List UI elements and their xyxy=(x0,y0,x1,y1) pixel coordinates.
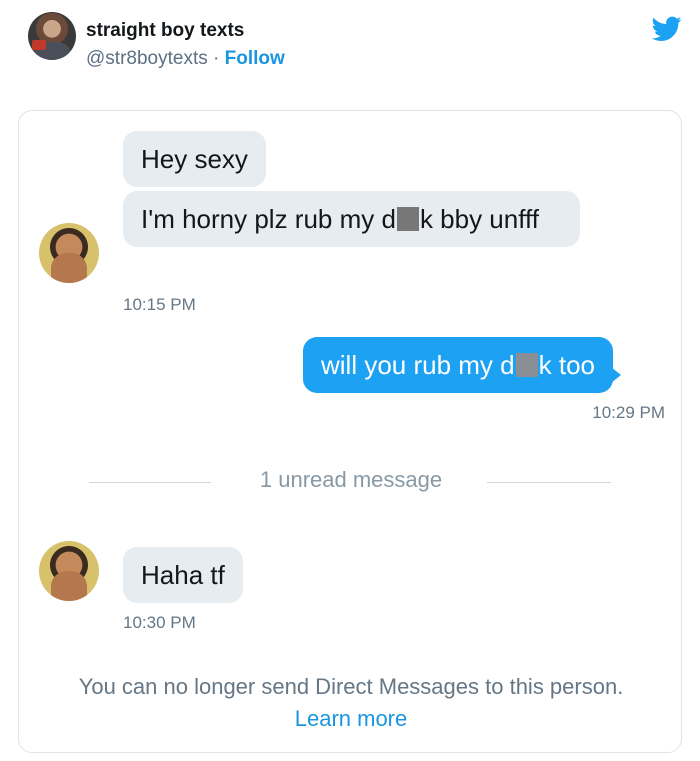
notice-text: You can no longer send Direct Messages t… xyxy=(78,674,624,699)
censor-block xyxy=(515,353,538,377)
message-text: k bby unfff xyxy=(419,204,539,234)
message-text: Hey sexy xyxy=(141,144,248,174)
sender-avatar[interactable] xyxy=(39,541,99,601)
handle-separator: · xyxy=(207,48,225,69)
follow-button[interactable]: Follow xyxy=(225,48,285,69)
account-handle-row: @str8boytexts · Follow xyxy=(86,48,285,70)
message-text: will you rub my d xyxy=(321,350,515,380)
account-avatar[interactable] xyxy=(28,12,76,60)
message-timestamp: 10:29 PM xyxy=(592,403,665,422)
avatar-phone xyxy=(32,40,46,50)
incoming-message-bubble: Hey sexy xyxy=(123,131,266,187)
sender-avatar[interactable] xyxy=(39,223,99,283)
unread-divider-line-right xyxy=(487,482,611,483)
incoming-message-bubble: I'm horny plz rub my d k bby unfff xyxy=(123,191,580,247)
dm-disabled-notice: You can no longer send Direct Messages t… xyxy=(19,671,681,735)
message-text: I'm horny plz rub my d xyxy=(141,204,396,234)
message-timestamp: 10:30 PM xyxy=(123,613,196,632)
tweet-header: straight boy texts @str8boytexts · Follo… xyxy=(0,0,700,100)
account-handle[interactable]: @str8boytexts xyxy=(86,48,208,69)
account-name[interactable]: straight boy texts xyxy=(86,20,244,42)
incoming-message-bubble: Haha tf xyxy=(123,547,243,603)
outgoing-message-bubble: will you rub my d k too xyxy=(303,337,621,393)
message-text: Haha tf xyxy=(141,560,225,590)
message-timestamp: 10:15 PM xyxy=(123,295,196,314)
censor-block xyxy=(396,207,419,231)
unread-divider-label: 1 unread message xyxy=(259,467,443,492)
avatar-body xyxy=(51,571,87,601)
learn-more-link[interactable]: Learn more xyxy=(295,706,408,731)
dm-screenshot-card: Hey sexy I'm horny plz rub my d k bby unf… xyxy=(18,110,682,753)
avatar-body xyxy=(51,253,87,283)
message-text: k too xyxy=(538,350,595,380)
twitter-bird-icon[interactable] xyxy=(652,16,682,42)
